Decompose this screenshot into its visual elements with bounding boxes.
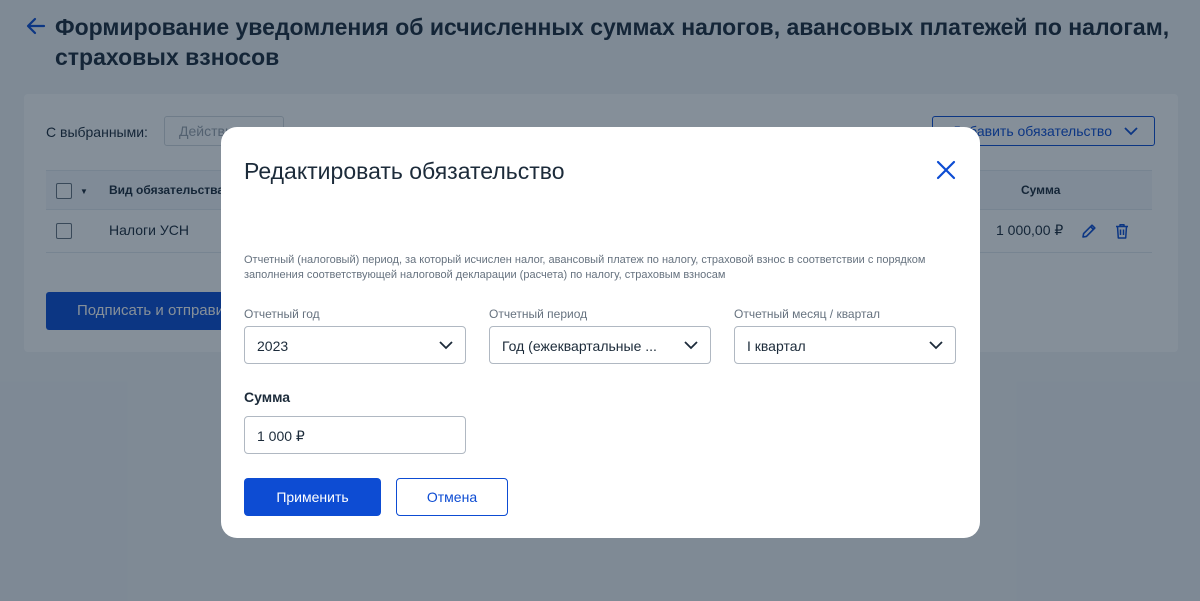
edit-obligation-modal: Редактировать обязательство Отчетный (на… [221,127,980,538]
sum-label: Сумма [244,389,291,405]
year-label: Отчетный год [244,307,320,321]
month-label: Отчетный месяц / квартал [734,307,881,321]
sum-input[interactable]: 1 000 ₽ [244,416,466,454]
chevron-down-icon [684,341,698,350]
year-select[interactable]: 2023 [244,326,466,364]
period-select[interactable]: Год (ежеквартальные ... [489,326,711,364]
month-value: I квартал [747,338,806,354]
modal-title: Редактировать обязательство [244,158,565,184]
chevron-down-icon [439,341,453,350]
period-description: Отчетный (налоговый) период, за который … [244,254,926,281]
close-icon[interactable] [936,160,956,180]
apply-button[interactable]: Применить [244,478,381,516]
chevron-down-icon [929,341,943,350]
period-value: Год (ежеквартальные ... [502,338,657,354]
year-value: 2023 [257,338,289,354]
cancel-button[interactable]: Отмена [396,478,508,516]
month-select[interactable]: I квартал [734,326,956,364]
period-label: Отчетный период [489,307,588,321]
